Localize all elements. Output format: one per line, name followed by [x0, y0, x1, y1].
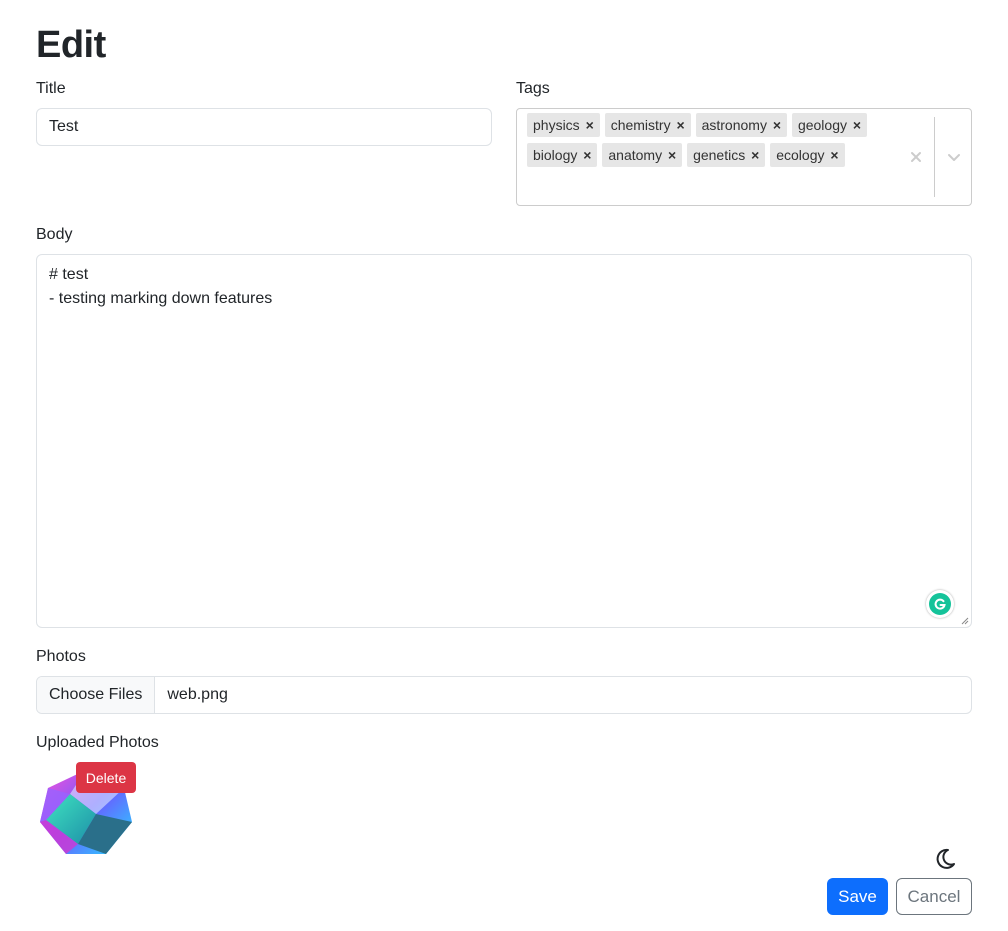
uploaded-photos-label: Uploaded Photos — [36, 734, 159, 751]
tag-chip: biology × — [527, 143, 598, 167]
tag-chip: ecology × — [770, 143, 845, 167]
choose-files-button[interactable]: Choose Files — [37, 677, 156, 713]
cancel-button[interactable]: Cancel — [896, 878, 972, 915]
tag-label: anatomy — [608, 147, 663, 163]
photos-label: Photos — [36, 648, 86, 665]
tag-label: biology — [533, 147, 578, 163]
tag-chip: anatomy × — [602, 143, 683, 167]
selected-file-name: web.png — [167, 686, 228, 703]
tags-label: Tags — [516, 80, 550, 97]
tag-chip: physics × — [527, 113, 600, 137]
tag-label: geology — [797, 117, 847, 133]
body-label: Body — [36, 226, 73, 243]
tag-remove-icon[interactable]: × — [671, 113, 691, 137]
tag-remove-icon[interactable]: × — [577, 143, 597, 167]
tags-select[interactable]: physics × chemistry × astronomy × geology × biol… — [516, 108, 972, 206]
tag-remove-icon[interactable]: × — [580, 113, 600, 137]
tag-label: physics — [533, 117, 580, 133]
page-title: Edit — [36, 24, 106, 66]
body-textarea[interactable]: # test - testing marking down features — [36, 254, 972, 628]
tag-chip: astronomy × — [695, 113, 787, 137]
tag-remove-icon[interactable]: × — [745, 143, 765, 167]
tag-label: ecology — [776, 147, 825, 163]
resize-handle-icon[interactable] — [961, 617, 969, 625]
tags-separator — [934, 117, 935, 197]
title-input[interactable] — [36, 108, 492, 146]
tag-chip: geology × — [791, 113, 867, 137]
tags-list: physics × chemistry × astronomy × geology × biol… — [527, 113, 877, 167]
moon-icon[interactable] — [933, 847, 957, 871]
tag-chip: genetics × — [687, 143, 766, 167]
tag-remove-icon[interactable]: × — [767, 113, 787, 137]
tag-remove-icon[interactable]: × — [662, 143, 682, 167]
clear-icon[interactable] — [905, 145, 927, 169]
title-label: Title — [36, 80, 66, 97]
tag-label: genetics — [693, 147, 746, 163]
tag-label: astronomy — [701, 117, 767, 133]
tag-chip: chemistry × — [604, 113, 691, 137]
tag-remove-icon[interactable]: × — [825, 143, 845, 167]
chevron-down-icon[interactable] — [944, 145, 964, 169]
photos-file-input[interactable]: Choose Files web.png — [36, 676, 972, 714]
save-button[interactable]: Save — [827, 878, 888, 915]
body-text[interactable]: # test - testing marking down features — [49, 263, 272, 311]
tag-remove-icon[interactable]: × — [847, 113, 867, 137]
grammarly-icon[interactable] — [926, 590, 954, 618]
delete-photo-button[interactable]: Delete — [76, 762, 136, 793]
tag-label: chemistry — [610, 117, 671, 133]
